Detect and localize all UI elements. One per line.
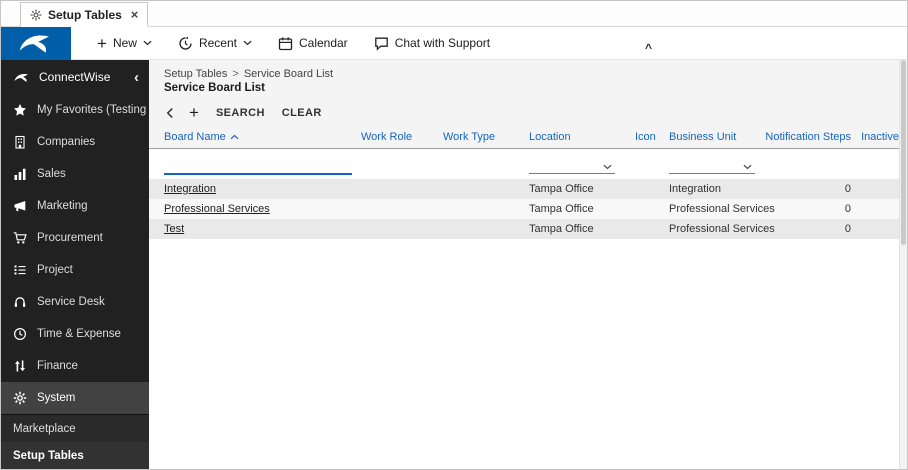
main-area: ConnectWise ‹ My Favorites (Testing Comp… — [1, 60, 907, 469]
sidebar-item-finance[interactable]: Finance — [1, 350, 149, 382]
app-window: Setup Tables × + New Recent Calendar Cha… — [0, 0, 908, 470]
column-header-inactive[interactable]: Inactive — [851, 131, 899, 143]
add-record-button[interactable]: + — [189, 104, 199, 121]
cart-icon — [13, 232, 27, 244]
building-icon — [15, 135, 25, 149]
column-header-icon[interactable]: Icon — [635, 131, 669, 143]
chevron-down-icon — [603, 164, 612, 170]
gear-icon — [30, 9, 42, 20]
column-header-notification-steps[interactable]: Notification Steps — [765, 131, 851, 143]
column-header-work-role[interactable]: Work Role — [361, 131, 443, 143]
search-button[interactable]: SEARCH — [216, 107, 265, 119]
table-header-row: Board Name Work Role Work Type Location … — [149, 126, 899, 149]
location-cell: Tampa Office — [529, 183, 594, 195]
notification-steps-cell: 0 — [844, 223, 851, 235]
breadcrumb-current: Service Board List — [243, 68, 334, 80]
bar-chart-icon — [14, 168, 26, 180]
tab-bar: Setup Tables × — [1, 1, 907, 27]
board-name-link[interactable]: Test — [164, 223, 184, 235]
sidebar-item-project[interactable]: Project — [1, 254, 149, 286]
content-panel: Setup Tables > Service Board List Servic… — [149, 60, 899, 469]
sidebar-brand-label: ConnectWise — [39, 70, 111, 84]
connectwise-logo[interactable] — [1, 26, 71, 60]
table-row: Test Tampa Office Professional Services … — [149, 219, 899, 239]
collapse-sidebar-chevron[interactable]: ‹ — [134, 69, 139, 86]
sidebar-item-my-favorites[interactable]: My Favorites (Testing — [1, 94, 149, 126]
sidebar-item-time-expense[interactable]: Time & Expense — [1, 318, 149, 350]
browser-tab-setup-tables[interactable]: Setup Tables × — [20, 2, 149, 27]
headset-icon — [14, 297, 26, 307]
sidebar-item-service-desk[interactable]: Service Desk — [1, 286, 149, 318]
page-title: Service Board List — [164, 82, 265, 94]
clear-button[interactable]: CLEAR — [282, 107, 322, 119]
sidebar: ConnectWise ‹ My Favorites (Testing Comp… — [1, 60, 149, 469]
business-unit-cell: Integration — [669, 183, 721, 195]
sidebar-item-marketing[interactable]: Marketing — [1, 190, 149, 222]
breadcrumb-setup-tables[interactable]: Setup Tables — [164, 68, 227, 80]
history-icon — [179, 36, 192, 50]
sidebar-item-companies[interactable]: Companies — [1, 126, 149, 158]
gear-icon — [13, 391, 27, 405]
chevron-down-icon — [143, 40, 152, 46]
sort-ascending-icon — [230, 134, 239, 140]
breadcrumb-separator: > — [232, 68, 239, 80]
close-icon[interactable]: × — [131, 8, 139, 21]
chat-bubble-icon — [374, 37, 388, 51]
location-filter-dropdown[interactable] — [529, 154, 615, 174]
chevron-down-icon — [743, 164, 752, 170]
location-cell: Tampa Office — [529, 223, 594, 235]
vertical-scrollbar[interactable] — [899, 60, 907, 469]
clock-icon — [13, 327, 27, 341]
top-header: + New Recent Calendar Chat with Support … — [1, 26, 907, 60]
notification-steps-cell: 0 — [844, 203, 851, 215]
sidebar-item-system[interactable]: System — [1, 382, 149, 414]
exchange-icon — [15, 360, 25, 372]
task-list-icon — [14, 265, 26, 275]
column-header-board-name[interactable]: Board Name — [164, 131, 361, 143]
table-row: Integration Tampa Office Integration 0 — [149, 179, 899, 199]
collapse-header-chevron[interactable]: ^ — [645, 41, 652, 55]
recent-menu-button[interactable]: Recent — [178, 36, 252, 51]
connectwise-bird-icon — [19, 35, 49, 53]
calendar-icon — [278, 36, 293, 50]
calendar-button[interactable]: Calendar — [278, 36, 348, 51]
table-row: Professional Services Tampa Office Profe… — [149, 199, 899, 219]
location-cell: Tampa Office — [529, 203, 594, 215]
star-icon — [14, 104, 26, 116]
empty-table-area — [149, 239, 899, 469]
board-name-link[interactable]: Professional Services — [164, 203, 270, 215]
connectwise-bird-icon — [14, 73, 28, 82]
sidebar-item-sales[interactable]: Sales — [1, 158, 149, 190]
new-menu-button[interactable]: + New — [97, 35, 152, 52]
sidebar-item-setup-tables[interactable]: Setup Tables — [1, 442, 149, 469]
scrollbar-thumb[interactable] — [901, 60, 906, 245]
chat-support-button[interactable]: Chat with Support — [374, 36, 490, 51]
chevron-left-icon — [166, 107, 173, 118]
sidebar-item-marketplace[interactable]: Marketplace — [1, 414, 149, 442]
notification-steps-cell: 0 — [844, 183, 851, 195]
breadcrumb: Setup Tables > Service Board List — [149, 60, 899, 81]
filter-row — [149, 149, 899, 179]
plus-icon: + — [97, 33, 107, 53]
back-button[interactable] — [166, 107, 174, 119]
board-name-link[interactable]: Integration — [164, 183, 216, 195]
business-unit-cell: Professional Services — [669, 203, 775, 215]
column-header-business-unit[interactable]: Business Unit — [669, 131, 781, 143]
tab-title: Setup Tables — [48, 7, 122, 22]
business-unit-cell: Professional Services — [669, 223, 775, 235]
sidebar-item-procurement[interactable]: Procurement — [1, 222, 149, 254]
megaphone-icon — [14, 201, 26, 212]
list-toolbar: + SEARCH CLEAR — [149, 99, 899, 126]
chevron-down-icon — [243, 40, 252, 46]
board-name-filter-input[interactable] — [164, 154, 352, 175]
sidebar-brand[interactable]: ConnectWise ‹ — [1, 60, 149, 94]
column-header-location[interactable]: Location — [529, 131, 635, 143]
business-unit-filter-dropdown[interactable] — [669, 154, 755, 174]
column-header-work-type[interactable]: Work Type — [443, 131, 529, 143]
